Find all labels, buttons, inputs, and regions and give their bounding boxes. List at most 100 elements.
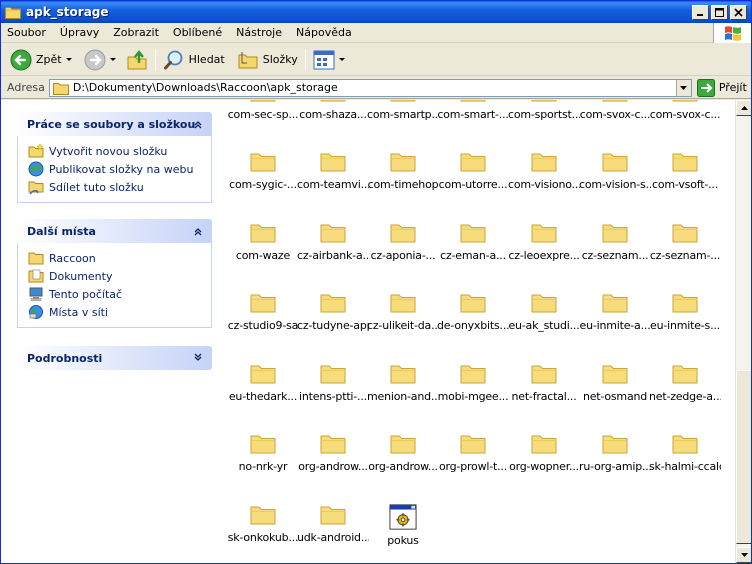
file-item[interactable]: pokus — [367, 503, 439, 547]
expand-icon[interactable] — [192, 352, 204, 364]
file-item[interactable]: com-visiono... — [508, 150, 580, 191]
file-item[interactable]: eu-ak_studi... — [508, 291, 580, 332]
minimize-icon — [697, 13, 703, 16]
file-item[interactable]: eu-inmite-s... — [649, 291, 721, 332]
file-label: org-androw... — [298, 460, 368, 473]
go-button[interactable]: Přejít — [696, 78, 747, 97]
documents-folder-icon — [28, 269, 44, 283]
file-item[interactable]: org-androw... — [297, 432, 369, 473]
file-label: cz-eman-a... — [440, 248, 506, 262]
minimize-button[interactable] — [692, 4, 709, 20]
forward-dropdown-icon[interactable] — [109, 58, 116, 61]
file-item[interactable]: net-osmand — [579, 362, 651, 403]
file-item[interactable]: cz-studio9-sa — [227, 291, 299, 332]
file-item[interactable]: udk-android... — [297, 503, 369, 544]
file-item[interactable]: cz-seznam... — [579, 221, 651, 262]
vertical-scrollbar[interactable] — [735, 100, 751, 563]
file-item[interactable]: sk-onkokub... — [227, 503, 299, 544]
file-item[interactable]: eu-thedark... — [227, 362, 299, 403]
place-label: Místa v síti — [49, 305, 108, 319]
other-places-header[interactable]: Další místa — [17, 219, 212, 243]
file-label: sk-halmi-ccalc — [649, 460, 721, 473]
file-item[interactable]: net-zedge-a... — [649, 362, 721, 403]
file-item[interactable]: com-smartp... — [367, 100, 439, 121]
task-publish-web[interactable]: Publikovat složky na webu — [28, 160, 211, 178]
file-item[interactable]: net-fractal... — [508, 362, 580, 403]
file-item[interactable]: com-vsoft-... — [649, 150, 721, 191]
globe-icon — [28, 161, 44, 177]
file-item[interactable]: cz-ulikeit-da... — [367, 291, 439, 332]
file-item[interactable]: cz-aponia-... — [367, 221, 439, 262]
file-item[interactable]: com-sygic-... — [227, 150, 299, 191]
collapse-icon[interactable] — [192, 225, 204, 237]
menu-help[interactable]: Nápověda — [289, 24, 359, 42]
close-button[interactable] — [730, 4, 747, 20]
title-bar[interactable]: apk_storage — [1, 1, 751, 23]
folder-icon — [250, 365, 276, 383]
task-label: Vytvořit novou složku — [49, 144, 168, 158]
file-item[interactable]: com-svox-c... — [579, 100, 651, 121]
menu-edit[interactable]: Úpravy — [53, 24, 106, 42]
scroll-up-button[interactable] — [736, 100, 751, 116]
file-item[interactable]: org-wopner... — [508, 432, 580, 473]
file-item[interactable]: org-androw... — [367, 432, 439, 473]
file-item[interactable]: com-svox-c... — [649, 100, 721, 121]
menu-file[interactable]: Soubor — [1, 24, 53, 42]
address-dropdown-button[interactable] — [675, 79, 691, 96]
forward-button[interactable] — [81, 47, 119, 73]
task-new-folder[interactable]: Vytvořit novou složku — [28, 142, 211, 160]
address-input[interactable]: D:\Dokumenty\Downloads\Raccoon\apk_stora… — [48, 78, 692, 97]
file-item[interactable]: com-shaza... — [297, 100, 369, 121]
place-documents[interactable]: Dokumenty — [28, 267, 211, 285]
back-button[interactable]: Zpět — [7, 47, 75, 73]
place-my-computer[interactable]: Tento počítač — [28, 285, 211, 303]
file-item[interactable]: de-onyxbits... — [437, 291, 509, 332]
place-network[interactable]: Místa v síti — [28, 303, 211, 321]
file-item[interactable]: org-prowl-t... — [437, 432, 509, 473]
scroll-down-button[interactable] — [736, 547, 751, 563]
file-item[interactable]: mobi-mgee... — [437, 362, 509, 403]
maximize-button[interactable] — [711, 4, 728, 20]
file-item[interactable]: cz-tudyne-app — [297, 291, 369, 332]
file-item[interactable]: com-waze — [227, 221, 299, 262]
collapse-icon[interactable] — [192, 118, 204, 130]
file-list[interactable]: com-sec-sp... com-shaza... com-smartp... co… — [225, 100, 735, 563]
file-item[interactable]: com-smart-... — [437, 100, 509, 121]
details-title: Podrobnosti — [27, 351, 103, 365]
place-raccoon[interactable]: Raccoon — [28, 249, 211, 267]
views-button[interactable] — [310, 47, 348, 73]
folder-icon — [320, 365, 346, 383]
menu-tools[interactable]: Nástroje — [229, 24, 289, 42]
task-share-folder[interactable]: Sdílet tuto složku — [28, 178, 211, 196]
file-item[interactable]: com-sportst... — [508, 100, 580, 121]
views-dropdown-icon[interactable] — [338, 58, 345, 61]
file-item[interactable]: menion-and... — [367, 362, 439, 403]
file-tasks-header[interactable]: Práce se soubory a složkou — [17, 112, 212, 136]
details-header[interactable]: Podrobnosti — [17, 346, 212, 370]
search-button[interactable]: Hledat — [160, 47, 228, 73]
file-label: cz-aponia-... — [370, 248, 436, 262]
up-folder-button[interactable] — [123, 47, 151, 73]
file-item[interactable]: cz-eman-a... — [437, 221, 509, 262]
file-item[interactable]: com-teamvi... — [297, 150, 369, 191]
file-item[interactable]: intens-ptti-... — [297, 362, 369, 403]
folders-button[interactable]: Složky — [234, 47, 301, 73]
menu-view[interactable]: Zobrazit — [106, 24, 166, 42]
folder-icon — [320, 100, 346, 102]
file-item[interactable]: com-sec-sp... — [227, 100, 299, 121]
file-item[interactable]: no-nrk-yr — [227, 432, 299, 473]
back-dropdown-icon[interactable] — [65, 58, 72, 61]
file-item[interactable]: com-vision-s... — [579, 150, 651, 191]
file-item[interactable]: com-timehop — [367, 150, 439, 191]
file-item[interactable]: com-utorre... — [437, 150, 509, 191]
scroll-thumb[interactable] — [736, 370, 751, 544]
file-item[interactable]: cz-seznam-... — [649, 221, 721, 262]
file-item[interactable]: eu-inmite-a... — [579, 291, 651, 332]
file-label: com-sec-sp... — [227, 108, 299, 121]
file-item[interactable]: sk-halmi-ccalc — [649, 432, 721, 473]
file-item[interactable]: cz-leoexpre... — [508, 221, 580, 262]
file-item[interactable]: cz-airbank-a... — [297, 221, 369, 262]
folder-icon — [250, 153, 276, 172]
file-item[interactable]: ru-org-amip... — [579, 432, 651, 473]
menu-favorites[interactable]: Oblíbené — [166, 24, 229, 42]
